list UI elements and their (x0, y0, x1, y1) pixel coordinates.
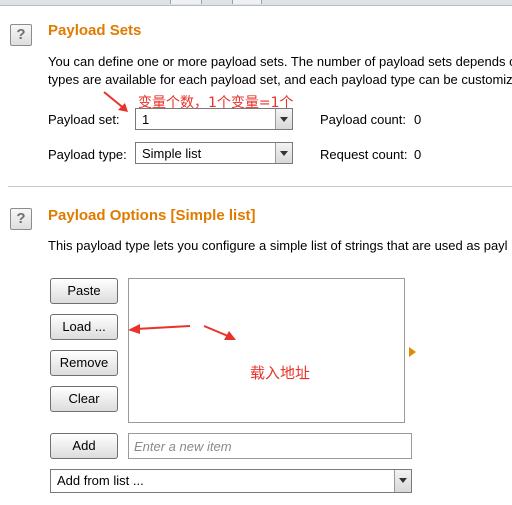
payload-options-description: This payload type lets you configure a s… (48, 238, 508, 253)
help-icon[interactable]: ? (10, 208, 32, 230)
add-from-list-value: Add from list ... (57, 473, 144, 488)
request-count-value: 0 (414, 147, 422, 162)
new-item-placeholder: Enter a new item (134, 439, 232, 454)
annotation-variable-count: 变量个数，1个变量=1个 (138, 95, 294, 111)
annotation-load-address: 载入地址 (250, 364, 311, 382)
payload-count-value: 0 (414, 112, 422, 127)
new-item-input[interactable]: Enter a new item (128, 433, 412, 459)
annotation-arrows-icon (128, 324, 236, 340)
paste-button[interactable]: Paste (50, 278, 118, 304)
chevron-down-icon[interactable] (394, 470, 411, 492)
request-count-label: Request count: (320, 147, 408, 162)
payload-count-label: Payload count: (320, 112, 407, 127)
chevron-down-icon[interactable] (275, 109, 292, 129)
top-tab[interactable] (170, 0, 202, 4)
section-divider (8, 186, 512, 187)
payload-sets-description-line2: types are available for each payload set… (48, 72, 512, 87)
load-button[interactable]: Load ... (50, 314, 118, 340)
add-from-list-select[interactable]: Add from list ... (50, 469, 412, 493)
payload-sets-title: Payload Sets (48, 22, 142, 39)
help-icon[interactable]: ? (10, 24, 32, 46)
payload-options-title: Payload Options [Simple list] (48, 207, 256, 224)
payload-type-value: Simple list (142, 146, 202, 161)
add-button[interactable]: Add (50, 433, 118, 459)
expand-arrow-icon[interactable] (409, 347, 416, 357)
payload-type-select[interactable]: Simple list (135, 142, 293, 164)
payload-set-value: 1 (142, 112, 150, 127)
annotation-arrow-icon (103, 91, 128, 112)
clear-button[interactable]: Clear (50, 386, 118, 412)
payload-list[interactable] (128, 278, 405, 423)
remove-button[interactable]: Remove (50, 350, 118, 376)
top-tab-strip (0, 0, 512, 6)
chevron-down-icon[interactable] (275, 143, 292, 163)
payload-type-label: Payload type: (48, 147, 127, 162)
top-tab[interactable] (232, 0, 262, 4)
